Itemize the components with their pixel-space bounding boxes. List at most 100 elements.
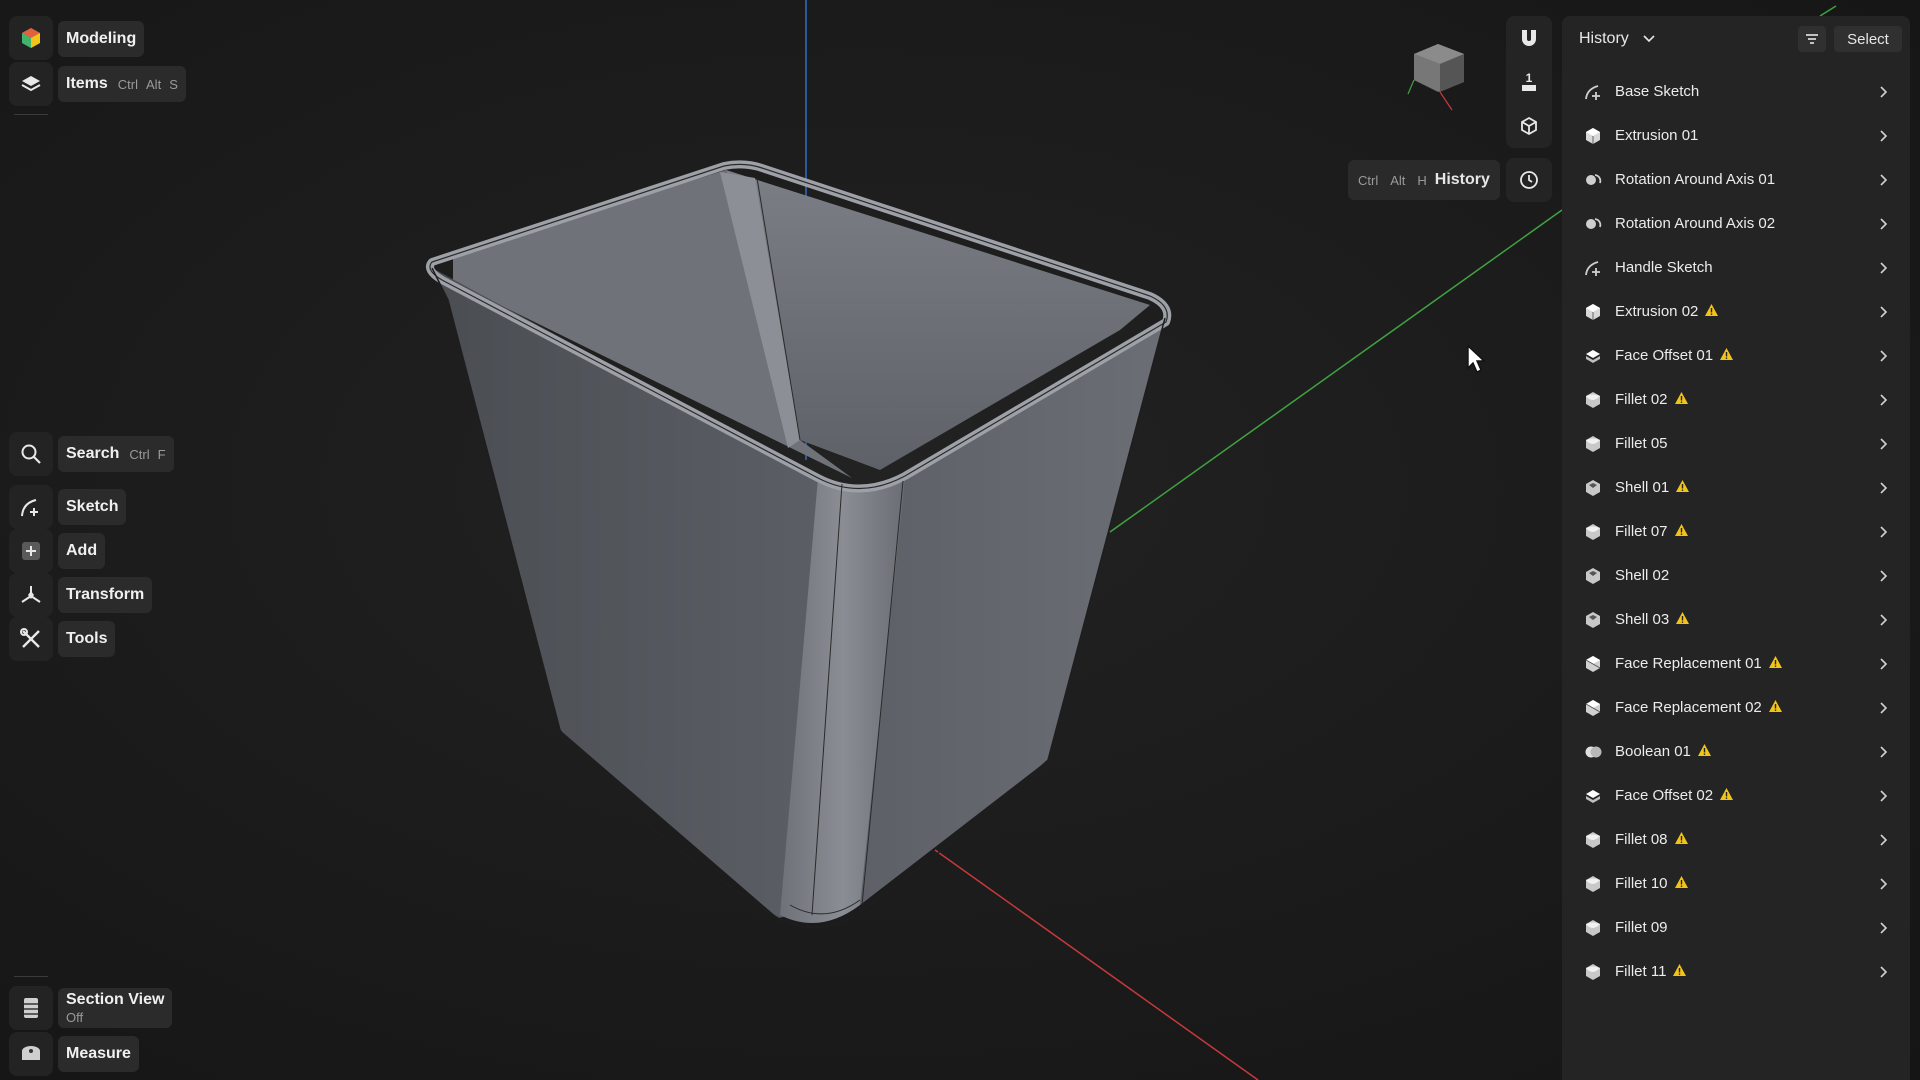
filter-button[interactable]	[1798, 26, 1826, 52]
tools-text: Tools	[66, 630, 108, 647]
transform-text: Transform	[66, 586, 145, 603]
tools-label[interactable]: Tools	[58, 621, 116, 657]
chevron-right-icon	[1880, 350, 1888, 362]
history-item[interactable]: Face Offset 01	[1562, 334, 1910, 378]
history-clock-icon	[1520, 171, 1538, 189]
warning-icon	[1673, 964, 1687, 976]
view-orientation-button[interactable]	[1506, 104, 1552, 148]
shortcut-key: F	[157, 446, 166, 462]
section-view-label[interactable]: Section View Off	[58, 988, 173, 1028]
y-axis-top	[1819, 5, 1837, 17]
face-offset-icon	[1586, 790, 1600, 803]
history-item[interactable]: Fillet 10	[1562, 862, 1910, 906]
mouse-cursor-icon	[1467, 344, 1486, 373]
history-item[interactable]: Handle Sketch	[1562, 246, 1910, 290]
warning-icon	[1676, 480, 1690, 492]
transform-label[interactable]: Transform	[58, 577, 153, 613]
history-item[interactable]: Face Replacement 01	[1562, 642, 1910, 686]
fillet-icon	[1586, 832, 1600, 848]
history-item[interactable]: Extrusion 02	[1562, 290, 1910, 334]
history-item-label: Shell 03	[1615, 611, 1690, 628]
measure-icon	[22, 1046, 40, 1060]
history-item-label: Extrusion 02	[1615, 303, 1719, 320]
chevron-right-icon	[1880, 394, 1888, 406]
search-button[interactable]	[9, 432, 53, 476]
warning-icon	[1768, 700, 1782, 712]
sketch-text: Sketch	[66, 498, 119, 515]
search-label[interactable]: Search Ctrl F	[58, 436, 174, 472]
toolbar-divider	[14, 114, 48, 115]
items-label[interactable]: Items Ctrl Alt S	[58, 66, 186, 102]
rotation-icon	[1586, 174, 1602, 185]
wrench-screwdriver-icon	[20, 628, 40, 648]
history-title: History	[1579, 30, 1629, 47]
history-item[interactable]: Fillet 07	[1562, 510, 1910, 554]
shell-icon	[1586, 612, 1600, 628]
history-item-label: Shell 01	[1615, 479, 1690, 496]
history-item[interactable]: Rotation Around Axis 02	[1562, 202, 1910, 246]
snap-button[interactable]	[1506, 16, 1552, 60]
extrusion-icon	[1586, 128, 1600, 144]
shell-icon	[1586, 480, 1600, 496]
fillet-icon	[1586, 876, 1600, 892]
history-item-label: Face Offset 01	[1615, 347, 1734, 364]
filter-icon	[1806, 34, 1818, 44]
chevron-right-icon	[1880, 438, 1888, 450]
shortcut-key: Ctrl	[117, 76, 139, 92]
history-item[interactable]: Fillet 02	[1562, 378, 1910, 422]
add-button[interactable]	[9, 529, 53, 573]
add-label[interactable]: Add	[58, 533, 106, 569]
face-replacement-icon	[1585, 700, 1601, 716]
chevron-right-icon	[1880, 834, 1888, 846]
history-item[interactable]: Boolean 01	[1562, 730, 1910, 774]
fillet-icon	[1586, 524, 1600, 540]
history-item[interactable]: Fillet 05	[1562, 422, 1910, 466]
measure-label[interactable]: Measure	[58, 1036, 139, 1072]
history-item[interactable]: Shell 01	[1562, 466, 1910, 510]
history-toggle-button[interactable]	[1506, 158, 1552, 202]
history-item-label: Handle Sketch	[1615, 259, 1713, 276]
history-item-label: Fillet 10	[1615, 875, 1689, 892]
sketch-button[interactable]	[9, 485, 53, 529]
snap-value: 1	[1525, 71, 1533, 85]
history-item[interactable]: Fillet 09	[1562, 906, 1910, 950]
sketch-icon	[1585, 85, 1600, 100]
history-dropdown[interactable]: History	[1579, 30, 1655, 48]
section-view-icon	[24, 998, 38, 1018]
history-item[interactable]: Fillet 08	[1562, 818, 1910, 862]
shortcut-key: H	[1417, 172, 1427, 188]
transform-icon	[21, 586, 41, 603]
history-item-label: Rotation Around Axis 01	[1615, 171, 1776, 188]
snap-increment[interactable]: 1	[1506, 60, 1552, 104]
face-offset-icon	[1586, 350, 1600, 363]
section-view-button[interactable]	[9, 986, 53, 1030]
section-view-state: Off	[66, 1010, 84, 1025]
history-panel: History Select Base Sketch Extrusion 01 Ro…	[1562, 16, 1910, 1080]
history-item[interactable]: Base Sketch	[1562, 70, 1910, 114]
tools-button[interactable]	[9, 617, 53, 661]
history-item[interactable]: Fillet 11	[1562, 950, 1910, 994]
fillet-icon	[1586, 436, 1600, 452]
history-item[interactable]: Extrusion 01	[1562, 114, 1910, 158]
history-item[interactable]: Shell 02	[1562, 554, 1910, 598]
transform-button[interactable]	[9, 573, 53, 617]
modeling-text: Modeling	[66, 30, 137, 47]
sketch-label[interactable]: Sketch	[58, 489, 127, 525]
shortcut-key: Ctrl	[129, 446, 150, 462]
view-cube[interactable]	[1406, 36, 1476, 114]
chevron-right-icon	[1880, 174, 1888, 186]
modeling-label[interactable]: Modeling	[58, 21, 145, 57]
x-axis	[934, 849, 1259, 1080]
sketch-icon	[21, 499, 38, 517]
items-button[interactable]	[9, 62, 53, 106]
history-item-label: Base Sketch	[1615, 83, 1700, 100]
history-item[interactable]: Rotation Around Axis 01	[1562, 158, 1910, 202]
items-text: Items	[66, 75, 108, 92]
history-item[interactable]: Face Replacement 02	[1562, 686, 1910, 730]
modeling-mode-icon[interactable]	[9, 16, 53, 60]
chevron-right-icon	[1880, 86, 1888, 98]
history-item[interactable]: Shell 03	[1562, 598, 1910, 642]
select-button[interactable]: Select	[1834, 26, 1902, 52]
history-item[interactable]: Face Offset 02	[1562, 774, 1910, 818]
measure-button[interactable]	[9, 1032, 53, 1076]
